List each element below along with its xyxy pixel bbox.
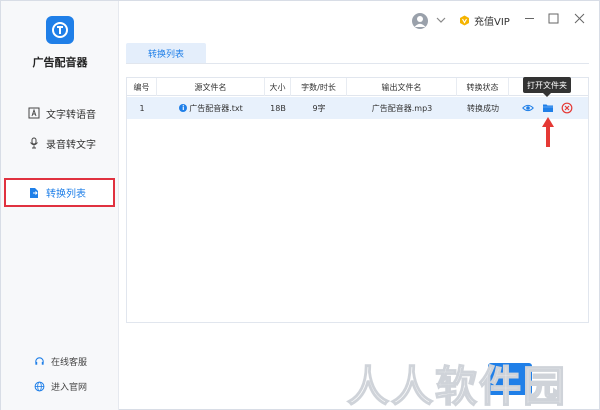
column-header-status[interactable]: 转换状态 <box>457 78 509 96</box>
cell-output: 广告配音器.mp3 <box>371 103 433 113</box>
cell-source: i 广告配音器.txt <box>157 97 265 119</box>
headset-icon <box>34 356 45 367</box>
watermark-text: 人人软件园 <box>346 361 568 410</box>
sidebar-item-label: 录音转文字 <box>46 139 96 151</box>
vip-label: 充值VIP <box>474 16 510 28</box>
text-icon <box>28 107 40 119</box>
sidebar: 广告配音器 文字转语音 录音转文字 转换列表 在线客服 进入官网 <box>1 1 119 410</box>
info-icon[interactable]: i <box>179 104 188 112</box>
chevron-down-icon[interactable] <box>436 13 446 27</box>
cell-source-text: 广告配音器.txt <box>189 103 243 113</box>
tooltip-open-folder: 打开文件夹 <box>523 77 571 93</box>
file-convert-icon <box>28 187 40 199</box>
app-window: 广告配音器 文字转语音 录音转文字 转换列表 在线客服 进入官网 充值VIP 转… <box>0 0 600 410</box>
sidebar-item-label: 文字转语音 <box>46 109 96 121</box>
tooltip-arrow <box>543 93 551 97</box>
annotation-arrow-icon <box>542 117 554 147</box>
tab-divider <box>126 63 589 64</box>
delete-icon[interactable] <box>561 102 573 114</box>
online-support-link[interactable]: 在线客服 <box>1 353 119 369</box>
footer-label: 在线客服 <box>51 357 88 368</box>
table-row[interactable]: 1 i 广告配音器.txt 18B 9字 广告配音器.mp3 转换成功 <box>127 97 588 119</box>
conversion-table: 编号 源文件名 大小 字数/时长 输出文件名 转换状态 操作 1 i 广告配音器… <box>126 77 589 323</box>
sidebar-item-label: 转换列表 <box>46 189 86 200</box>
column-header-output[interactable]: 输出文件名 <box>347 78 457 96</box>
column-header-source[interactable]: 源文件名 <box>157 78 265 96</box>
footer-label: 进入官网 <box>51 382 88 393</box>
app-name: 广告配音器 <box>32 56 88 69</box>
tab-conversion-list[interactable]: 转换列表 <box>126 43 206 63</box>
microphone-icon <box>28 137 40 149</box>
sidebar-item-conversion-list[interactable]: 转换列表 <box>4 178 115 207</box>
app-logo-icon <box>46 16 74 44</box>
watermark: 人人软件园 <box>339 345 600 410</box>
column-header-size[interactable]: 大小 <box>265 78 291 96</box>
column-header-id[interactable]: 编号 <box>127 78 157 96</box>
user-avatar-icon[interactable] <box>412 13 428 29</box>
cell-status: 转换成功 <box>467 103 499 113</box>
minimize-button[interactable] <box>522 11 536 25</box>
table-header: 编号 源文件名 大小 字数/时长 输出文件名 转换状态 操作 <box>127 78 588 96</box>
cell-count: 9字 <box>312 103 326 113</box>
column-header-count[interactable]: 字数/时长 <box>291 78 347 96</box>
official-site-link[interactable]: 进入官网 <box>1 378 119 394</box>
vip-recharge-button[interactable]: 充值VIP <box>459 12 510 28</box>
vip-badge-icon <box>460 15 469 25</box>
globe-icon <box>34 381 45 392</box>
close-button[interactable] <box>572 11 586 25</box>
cell-size: 18B <box>270 103 286 113</box>
sidebar-item-speech-to-text[interactable]: 录音转文字 <box>1 132 119 154</box>
preview-eye-icon[interactable] <box>522 102 534 114</box>
cell-id: 1 <box>139 103 145 113</box>
maximize-button[interactable] <box>546 11 560 25</box>
sidebar-item-text-to-speech[interactable]: 文字转语音 <box>1 102 119 124</box>
open-folder-icon[interactable] <box>542 102 554 114</box>
